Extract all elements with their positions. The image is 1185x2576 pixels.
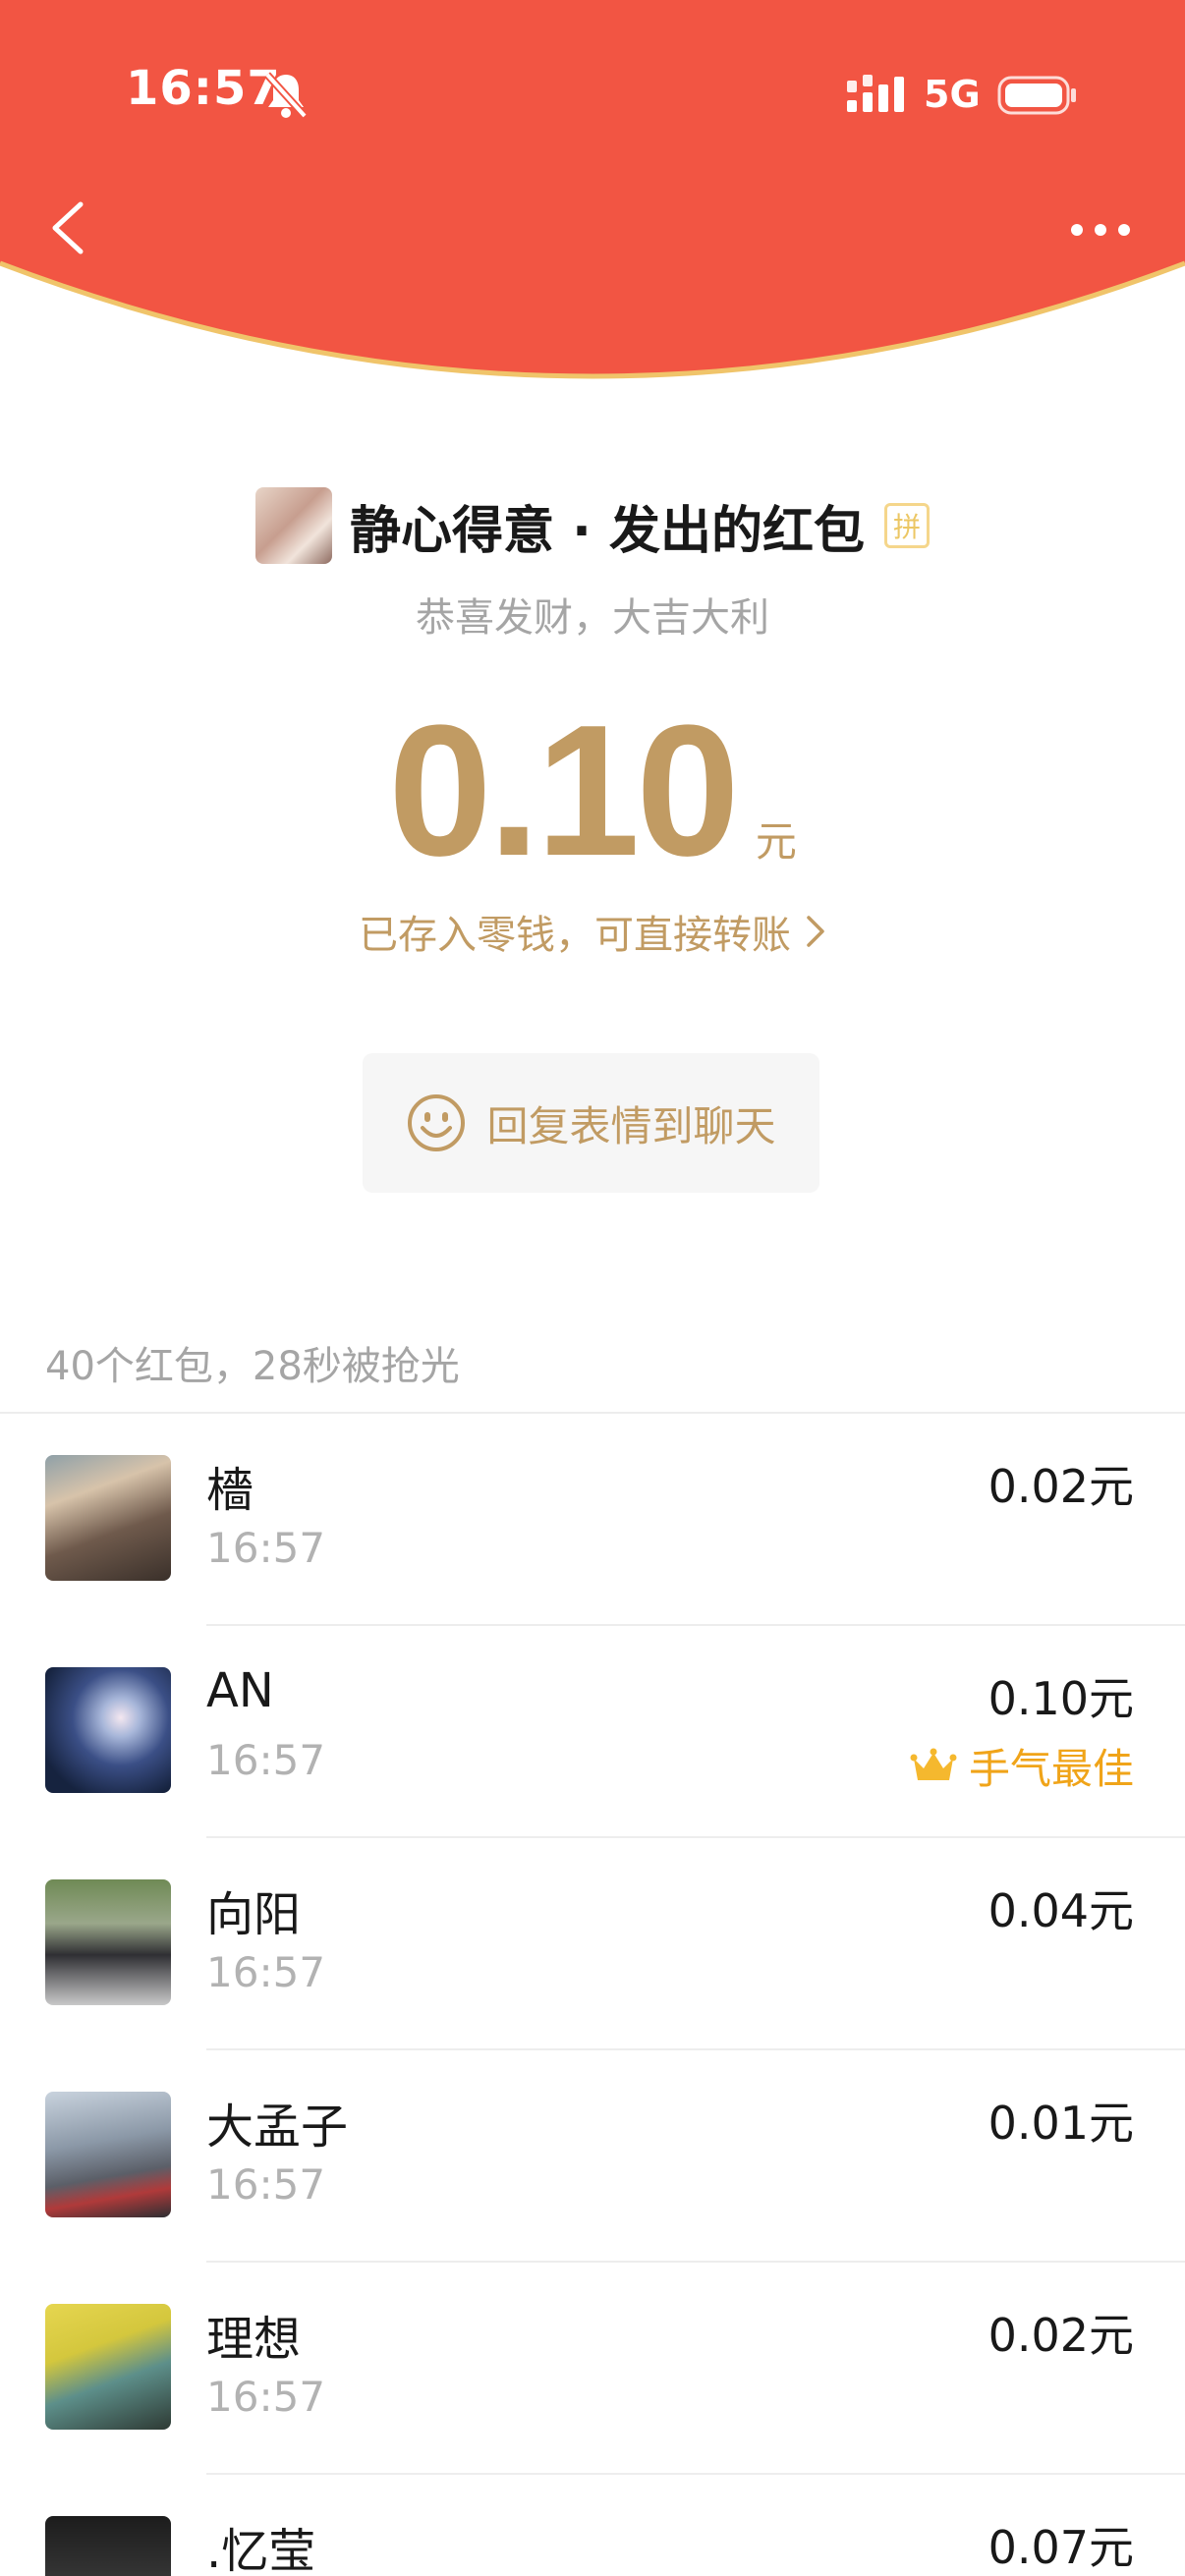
claimer-name: 檣 [206, 1463, 254, 1518]
list-item[interactable]: .忆莹 0.07元 [0, 2475, 1185, 2576]
claim-time: 16:57 [206, 1524, 326, 1572]
avatar[interactable] [45, 1667, 171, 1793]
more-icon[interactable] [1069, 218, 1132, 242]
wallet-note: 已存入零钱，可直接转账 [359, 913, 791, 958]
reply-button-label: 回复表情到聊天 [486, 1101, 776, 1150]
smile-icon [408, 1094, 466, 1151]
wallet-link[interactable]: 已存入零钱，可直接转账 [0, 902, 1185, 961]
list-item[interactable]: 大孟子 16:57 0.01元 [0, 2050, 1185, 2263]
claim-time: 16:57 [206, 1736, 326, 1784]
claim-time: 16:57 [206, 1948, 326, 1996]
list-item[interactable]: AN 16:57 0.10元 手气最佳 [0, 1626, 1185, 1838]
status-bar: 16:57 5G [0, 0, 1185, 196]
avatar[interactable] [45, 1455, 171, 1581]
amount-unit: 元 [755, 817, 797, 866]
claim-amount: 0.01元 [988, 2097, 1134, 2150]
claim-time: 16:57 [206, 2373, 326, 2421]
crown-icon [910, 1748, 957, 1780]
claimer-name: .忆莹 [206, 2524, 316, 2576]
received-amount: 0.10 元 [0, 687, 1185, 895]
chevron-right-icon [807, 916, 824, 947]
avatar[interactable] [45, 2516, 171, 2576]
back-icon[interactable] [45, 196, 90, 259]
packet-summary: 40个红包，28秒被抢光 [45, 1344, 460, 1389]
best-luck-badge: 手气最佳 [910, 1736, 1134, 1796]
claim-list: 檣 16:57 0.02元 AN 16:57 0.10元 手气最佳 向阳 16:… [0, 1414, 1185, 2576]
amount-value: 0.10 [388, 687, 740, 895]
sender-row: 静心得意 · 发出的红包 拼 [0, 481, 1185, 570]
avatar[interactable] [45, 2304, 171, 2430]
list-item[interactable]: 向阳 16:57 0.04元 [0, 1838, 1185, 2050]
network-label: 5G [924, 73, 981, 116]
best-luck-label: 手气最佳 [968, 1745, 1134, 1793]
signal-icon [847, 75, 904, 112]
claim-amount: 0.02元 [988, 1460, 1134, 1513]
list-item[interactable]: 檣 16:57 0.02元 [0, 1414, 1185, 1626]
claim-amount: 0.02元 [988, 2309, 1134, 2362]
avatar[interactable] [45, 2092, 171, 2217]
claimer-name: AN [206, 1663, 274, 1718]
reply-sticker-button[interactable]: 回复表情到聊天 [363, 1053, 819, 1193]
status-time: 16:57 [126, 61, 281, 116]
claim-amount: 0.04元 [988, 1884, 1134, 1937]
sender-title: 静心得意 · 发出的红包 [350, 501, 865, 561]
claim-amount: 0.07元 [988, 2521, 1134, 2574]
sender-avatar[interactable] [255, 487, 333, 564]
claimer-name: 向阳 [206, 1887, 302, 1942]
avatar[interactable] [45, 1879, 171, 2005]
greeting-text: 恭喜发财，大吉大利 [416, 595, 769, 641]
bell-off-icon [264, 72, 308, 119]
battery-icon [997, 76, 1076, 115]
list-item[interactable]: 理想 16:57 0.02元 [0, 2263, 1185, 2475]
claimer-name: 大孟子 [206, 2100, 349, 2155]
claim-time: 16:57 [206, 2160, 326, 2209]
claim-amount: 0.10元 [988, 1672, 1134, 1725]
pin-badge: 拼 [883, 503, 930, 548]
red-packet-detail-page: 16:57 5G 静心得意 · 发出的红包 拼 恭喜发财，大吉大利 0.10 元… [0, 0, 1185, 2576]
claimer-name: 理想 [206, 2312, 302, 2367]
